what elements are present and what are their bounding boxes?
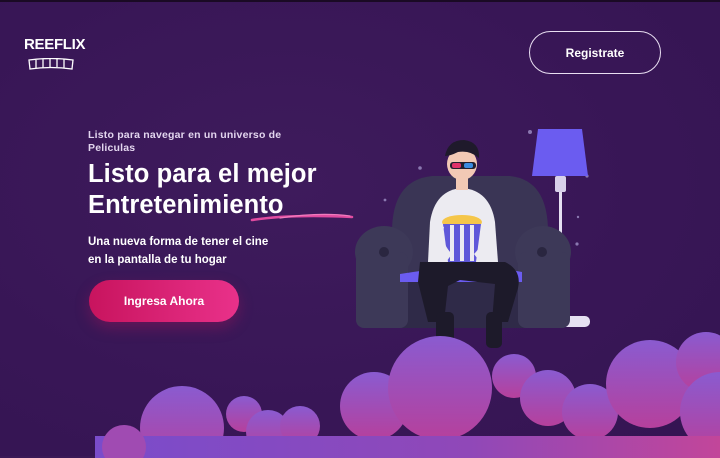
- logo-text: REEFLIX: [24, 36, 86, 53]
- hero-eyebrow: Listo para navegar en un universo de Pel…: [88, 129, 282, 154]
- brand-logo[interactable]: REEFLIX: [24, 36, 86, 78]
- headline-line-1: Listo para el mejor: [88, 160, 317, 188]
- register-button-label: Registrate: [565, 45, 625, 60]
- subtitle-line-2: en la pantalla de tu hogar: [88, 254, 227, 266]
- landing-page: REEFLIX Registrate Listo para navegar en…: [0, 0, 720, 458]
- film-strip-icon: [28, 58, 74, 70]
- subtitle-line-1: Una nueva forma de tener el cine: [88, 236, 269, 248]
- cloud-decoration: [95, 332, 720, 458]
- hero-subtitle: Una nueva forma de tener el cine en la p…: [88, 233, 318, 269]
- headline-underline-swoosh: [250, 213, 354, 222]
- register-button[interactable]: Registrate: [529, 31, 661, 74]
